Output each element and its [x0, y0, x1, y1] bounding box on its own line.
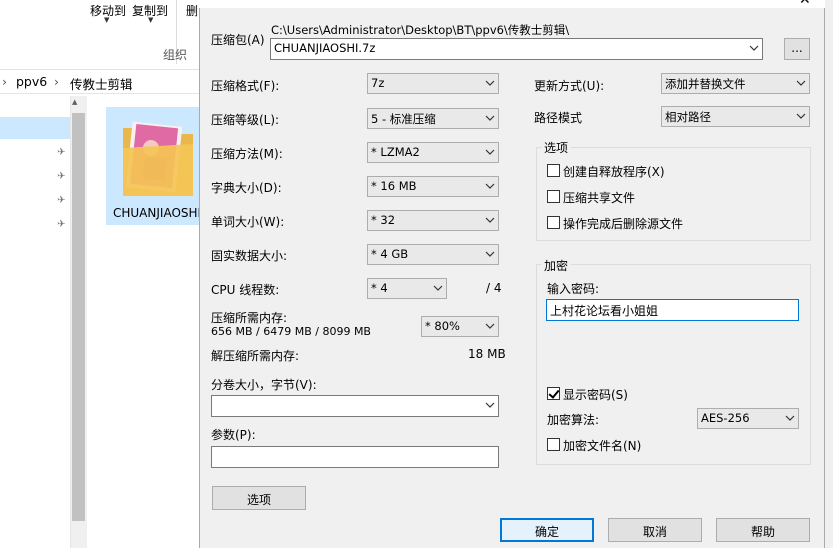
level-label: 压缩等级(L): — [211, 113, 280, 127]
chevron-down-icon[interactable] — [485, 398, 495, 412]
delete-button[interactable]: 删 — [186, 2, 198, 19]
cpu-value: * 4 — [371, 281, 388, 295]
nav-item-selected[interactable] — [0, 117, 70, 139]
memory-value: * 80% — [425, 319, 460, 333]
options-button[interactable]: 选项 — [212, 486, 306, 510]
chevron-down-icon — [485, 213, 495, 227]
password-input[interactable]: 上村花论坛看小姐姐 — [546, 299, 799, 321]
chevron-down-icon — [785, 411, 795, 425]
file-name: CHUANJIAOSHI — [113, 206, 200, 220]
pin-icon: ✈ — [57, 219, 66, 230]
show-password-label: 显示密码(S) — [563, 388, 628, 402]
sfx-checkbox[interactable] — [547, 164, 560, 177]
breadcrumb-item[interactable]: 传教士剪辑 — [70, 74, 133, 93]
chevron-down-icon — [485, 319, 495, 333]
dict-select[interactable]: * 16 MB — [367, 176, 499, 197]
breadcrumb-chevron-icon: › — [54, 74, 59, 89]
params-input[interactable] — [211, 446, 499, 468]
scroll-up-icon[interactable]: ▲ — [72, 98, 77, 106]
archive-name-value: CHUANJIAOSHI.7z — [274, 41, 376, 55]
cpu-label: CPU 线程数: — [211, 283, 280, 297]
chevron-down-icon — [433, 281, 443, 295]
solid-value: * 4 GB — [371, 247, 409, 261]
word-label: 单词大小(W): — [211, 215, 285, 229]
method-label: 压缩方法(M): — [211, 147, 283, 161]
encryption-method-label: 加密算法: — [547, 413, 600, 427]
split-label: 分卷大小，字节(V): — [211, 378, 317, 392]
shared-files-label: 压缩共享文件 — [563, 191, 636, 205]
archive-label: 压缩包(A) — [211, 33, 265, 47]
decomp-label: 解压缩所需内存: — [211, 349, 300, 363]
chevron-down-icon — [485, 145, 495, 159]
delete-after-label: 操作完成后删除源文件 — [563, 217, 684, 231]
options-group-title: 选项 — [541, 139, 572, 156]
update-value: 添加并替换文件 — [665, 77, 746, 91]
encryption-method-value: AES-256 — [701, 411, 750, 425]
pin-icon: ✈ — [57, 171, 66, 182]
pathmode-select[interactable]: 相对路径 — [661, 106, 810, 127]
copy-to-dropdown-icon[interactable]: ▼ — [148, 16, 153, 24]
ok-button[interactable]: 确定 — [500, 518, 594, 542]
encrypt-names-label: 加密文件名(N) — [563, 439, 642, 453]
memory-detail: 656 MB / 6479 MB / 8099 MB — [211, 325, 371, 338]
cancel-button[interactable]: 取消 — [608, 518, 702, 542]
pin-icon: ✈ — [57, 147, 66, 158]
browse-button[interactable]: ... — [784, 38, 810, 60]
chevron-down-icon — [485, 247, 495, 261]
decomp-value: 18 MB — [468, 347, 506, 361]
encrypt-names-checkbox[interactable] — [547, 438, 560, 451]
word-select[interactable]: * 32 — [367, 210, 499, 231]
pathmode-label: 路径模式 — [534, 111, 583, 125]
memory-select[interactable]: * 80% — [421, 316, 499, 337]
breadcrumb-chevron-icon: › — [2, 74, 7, 89]
solid-label: 固实数据大小: — [211, 249, 288, 263]
solid-select[interactable]: * 4 GB — [367, 244, 499, 265]
chevron-down-icon — [485, 76, 495, 90]
method-select[interactable]: * LZMA2 — [367, 142, 499, 163]
close-icon[interactable]: ✕ — [799, 0, 811, 8]
chevron-down-icon — [796, 76, 806, 90]
chevron-down-icon — [485, 179, 495, 193]
cpu-max: / 4 — [486, 281, 502, 295]
chevron-down-icon — [485, 111, 495, 125]
nav-scrollbar-thumb[interactable] — [72, 113, 85, 521]
params-label: 参数(P): — [211, 428, 256, 442]
encryption-method-select[interactable]: AES-256 — [697, 408, 799, 429]
format-value: 7z — [371, 76, 385, 90]
move-to-dropdown-icon[interactable]: ▼ — [104, 16, 109, 24]
delete-after-checkbox[interactable] — [547, 216, 560, 229]
cpu-select[interactable]: * 4 — [367, 278, 447, 299]
pathmode-value: 相对路径 — [665, 110, 711, 124]
chevron-down-icon[interactable] — [749, 41, 759, 55]
split-combo[interactable] — [211, 395, 499, 417]
dialog-titlebar: ✕ — [199, 0, 825, 8]
help-button[interactable]: 帮助 — [716, 518, 810, 542]
dict-value: * 16 MB — [371, 179, 417, 193]
breadcrumb-item[interactable]: ppv6 — [16, 74, 47, 89]
word-value: * 32 — [371, 213, 396, 227]
method-value: * LZMA2 — [371, 145, 420, 159]
chevron-down-icon — [796, 109, 806, 123]
folder-thumbnail-icon — [123, 121, 193, 196]
format-label: 压缩格式(F): — [211, 79, 280, 93]
ribbon-group-label: 组织 — [163, 48, 188, 62]
update-select[interactable]: 添加并替换文件 — [661, 73, 810, 94]
password-label: 输入密码: — [547, 282, 600, 296]
level-value: 5 - 标准压缩 — [371, 112, 436, 126]
pin-icon: ✈ — [57, 195, 66, 206]
memory-label: 压缩所需内存: — [211, 311, 288, 325]
archive-path: C:\Users\Administrator\Desktop\BT\ppv6\传… — [271, 23, 570, 37]
format-select[interactable]: 7z — [367, 73, 499, 94]
shared-files-checkbox[interactable] — [547, 190, 560, 203]
show-password-checkbox[interactable] — [547, 387, 560, 400]
level-select[interactable]: 5 - 标准压缩 — [367, 108, 499, 129]
dict-label: 字典大小(D): — [211, 181, 282, 195]
encryption-group-title: 加密 — [541, 257, 572, 274]
sfx-label: 创建自释放程序(X) — [563, 165, 665, 179]
archive-name-combo[interactable]: CHUANJIAOSHI.7z — [270, 38, 763, 60]
window-edge — [825, 0, 833, 548]
update-label: 更新方式(U): — [534, 79, 605, 93]
